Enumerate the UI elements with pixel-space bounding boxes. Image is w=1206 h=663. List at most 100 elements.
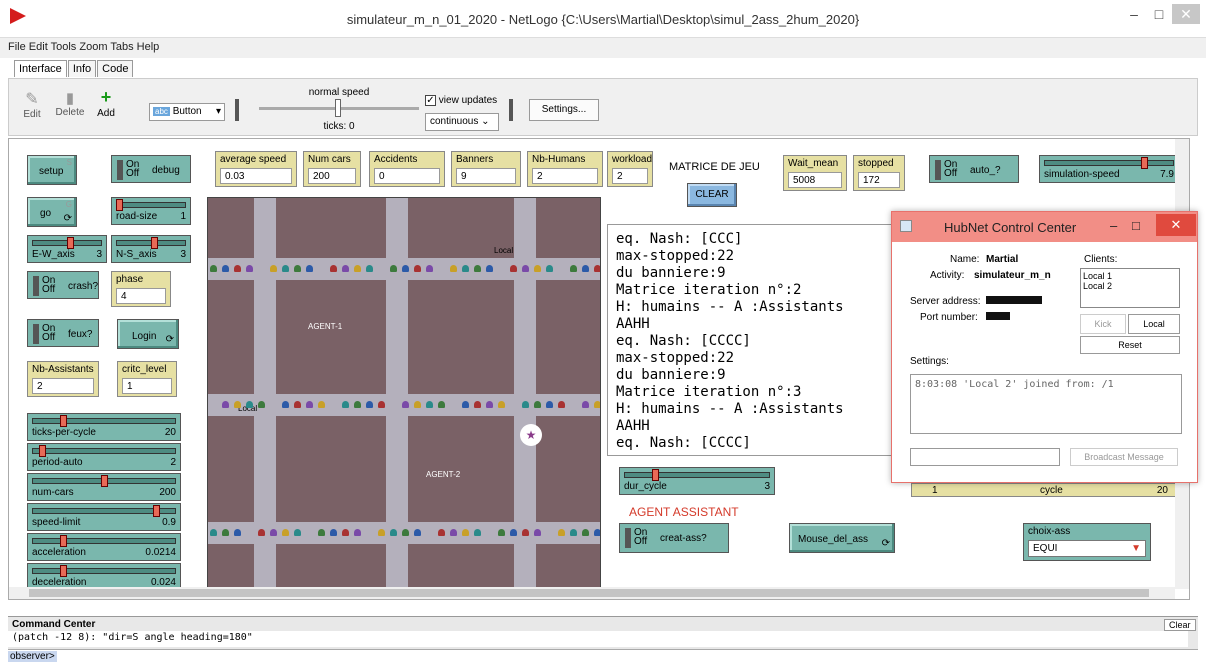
- tab-code[interactable]: Code: [97, 60, 134, 77]
- minimize-icon[interactable]: –: [1110, 218, 1117, 233]
- slider-knob[interactable]: [101, 475, 108, 487]
- cycle-row: 1 cycle 20: [911, 483, 1181, 497]
- car: [294, 265, 301, 272]
- chevron-down-icon: ⌄: [481, 116, 490, 127]
- dur-cycle-slider[interactable]: dur_cycle 3: [619, 467, 775, 495]
- output-line: eq. Nash: [CCCC]: [616, 435, 751, 451]
- ew-axis-slider[interactable]: E-W_axis 3: [27, 235, 107, 263]
- close-icon[interactable]: ✕: [1172, 4, 1200, 24]
- scrollbar-thumb[interactable]: [29, 589, 1149, 597]
- car: [570, 529, 577, 536]
- go-button[interactable]: go G ⟳: [27, 197, 77, 227]
- speed-slider-thumb[interactable]: [335, 99, 341, 117]
- crash-switch[interactable]: On Off crash?: [27, 271, 99, 299]
- slider-knob[interactable]: [652, 469, 659, 481]
- maximize-icon[interactable]: □: [1145, 4, 1173, 24]
- creat-ass-switch[interactable]: On Off creat-ass?: [619, 523, 729, 553]
- slider-knob[interactable]: [38, 445, 46, 457]
- client-item[interactable]: Local 2: [1083, 281, 1177, 291]
- maximize-icon[interactable]: □: [1132, 218, 1140, 233]
- broadcast-input[interactable]: [910, 448, 1060, 466]
- auto-switch[interactable]: On Off auto_?: [929, 155, 1019, 183]
- mouse-del-ass-button[interactable]: Mouse_del_ass ⟳: [789, 523, 895, 553]
- road-size-slider[interactable]: road-size 1: [111, 197, 191, 225]
- choix-ass-chooser[interactable]: choix-ass EQUI ▼: [1023, 523, 1151, 561]
- car: [474, 529, 481, 536]
- num-cars-slider[interactable]: num-cars 200: [27, 473, 181, 501]
- menu-zoom[interactable]: Zoom: [79, 41, 107, 53]
- slider-knob[interactable]: [59, 565, 67, 577]
- pencil-icon: ✎: [25, 91, 39, 108]
- slider-knob[interactable]: [1140, 157, 1148, 169]
- slider-knob[interactable]: [59, 415, 67, 427]
- car: [222, 401, 229, 408]
- local-button[interactable]: Local: [1128, 314, 1180, 334]
- menu-help[interactable]: Help: [137, 41, 160, 53]
- simulation-speed-slider[interactable]: simulation-speed 7.9: [1039, 155, 1179, 183]
- client-item[interactable]: Local 1: [1083, 271, 1177, 281]
- reset-button[interactable]: Reset: [1080, 336, 1180, 354]
- agent2-label: AGENT-2: [426, 470, 461, 479]
- menu-tools[interactable]: Tools: [51, 41, 77, 53]
- speed-limit-slider[interactable]: speed-limit 0.9: [27, 503, 181, 531]
- menu-tabs[interactable]: Tabs: [110, 41, 133, 53]
- view-updates-checkbox[interactable]: ✓ view updates: [425, 95, 497, 106]
- toolbar: ✎ Edit ▮ Delete + Add abc Button ▾ norma…: [8, 78, 1198, 136]
- minimize-icon[interactable]: –: [1120, 4, 1148, 24]
- menu-edit[interactable]: Edit: [29, 41, 48, 53]
- clients-list[interactable]: Local 1 Local 2: [1080, 268, 1180, 308]
- redacted-port-number: [986, 312, 1010, 320]
- agent-assistant-label: AGENT ASSISTANT: [629, 505, 739, 519]
- close-icon[interactable]: ✕: [1156, 214, 1196, 236]
- login-button[interactable]: Login ⟳: [117, 319, 179, 349]
- car: [330, 265, 337, 272]
- setup-button[interactable]: setup S: [27, 155, 77, 185]
- slider-knob[interactable]: [59, 535, 67, 547]
- car: [330, 529, 337, 536]
- tab-info[interactable]: Info: [67, 60, 97, 77]
- period-auto-slider[interactable]: period-auto 2: [27, 443, 181, 471]
- car: [354, 265, 361, 272]
- car: [582, 529, 589, 536]
- car: [414, 529, 421, 536]
- forever-icon: ⟳: [63, 213, 72, 224]
- settings-button[interactable]: Settings...: [529, 99, 599, 121]
- add-button[interactable]: + Add: [93, 87, 119, 119]
- horizontal-scrollbar[interactable]: [9, 587, 1175, 599]
- output-line: H: humains -- A :Assistants: [616, 299, 844, 315]
- slider-knob[interactable]: [67, 237, 75, 249]
- feux-switch[interactable]: On Off feux?: [27, 319, 99, 347]
- plus-icon: +: [100, 87, 112, 107]
- kick-button[interactable]: Kick: [1080, 314, 1126, 334]
- slider-knob[interactable]: [116, 199, 123, 211]
- update-mode-select[interactable]: continuous ⌄: [425, 113, 499, 131]
- slider-knob[interactable]: [153, 505, 161, 517]
- car: [534, 401, 541, 408]
- car: [270, 529, 277, 536]
- widget-type-select[interactable]: abc Button ▾: [149, 103, 225, 121]
- assistant-star-icon[interactable]: ★: [520, 424, 542, 446]
- broadcast-message-button[interactable]: Broadcast Message: [1070, 448, 1178, 466]
- car: [366, 265, 373, 272]
- command-input[interactable]: observer>: [8, 649, 1198, 663]
- slider-knob[interactable]: [151, 237, 159, 249]
- clear-button[interactable]: CLEAR: [687, 183, 737, 207]
- tab-interface[interactable]: Interface: [14, 60, 67, 77]
- output-line: eq. Nash: [CCC]: [616, 231, 743, 247]
- ticks-per-cycle-slider[interactable]: ticks-per-cycle 20: [27, 413, 181, 441]
- menu-file[interactable]: File: [8, 41, 26, 53]
- clear-command-button[interactable]: Clear: [1164, 619, 1196, 631]
- debug-switch[interactable]: On Off debug: [111, 155, 191, 183]
- car: [462, 529, 469, 536]
- car: [210, 265, 217, 272]
- agent1-label: AGENT-1: [308, 322, 343, 331]
- car: [402, 265, 409, 272]
- ns-axis-slider[interactable]: N-S_axis 3: [111, 235, 191, 263]
- delete-button[interactable]: ▮ Delete: [53, 89, 87, 118]
- dropdown-triangle-icon: ▼: [1131, 543, 1141, 554]
- output-line: Matrice iteration n°:2: [616, 282, 802, 298]
- edit-button[interactable]: ✎ Edit: [19, 89, 45, 120]
- chevron-down-icon: ▾: [215, 106, 221, 117]
- world-view[interactable]: AGENT-1 AGENT-2 Local Local ★: [207, 197, 601, 591]
- acceleration-slider[interactable]: acceleration 0.0214: [27, 533, 181, 561]
